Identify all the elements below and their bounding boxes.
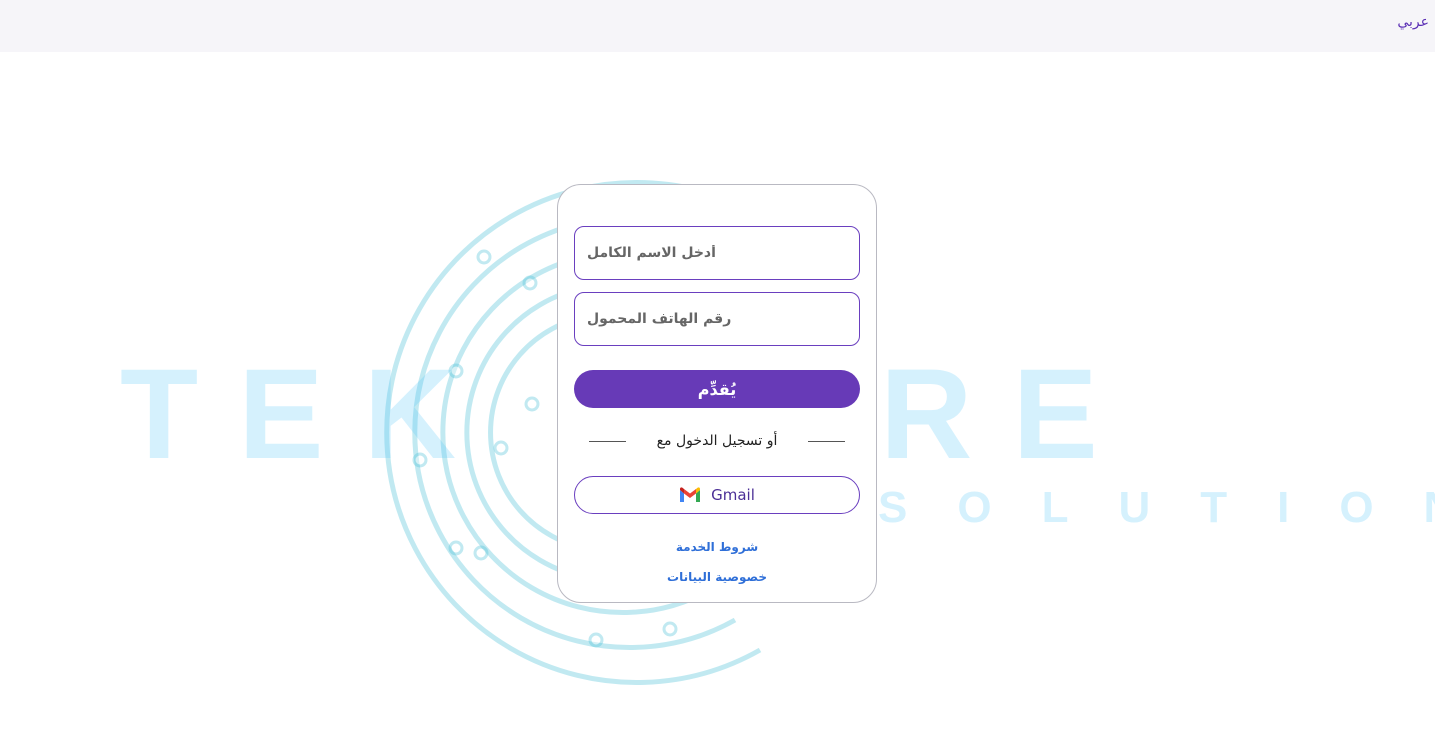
submit-button[interactable]: يُقدِّم	[574, 370, 860, 408]
top-bar: عربي	[0, 0, 1435, 52]
full-name-input[interactable]	[574, 226, 860, 280]
divider-line-right	[808, 441, 845, 442]
phone-number-input[interactable]	[574, 292, 860, 346]
logo-text-main: TEK	[120, 343, 496, 486]
gmail-label: Gmail	[711, 486, 755, 504]
logo-text-sub: SOLUTIONS	[878, 483, 1435, 532]
terms-of-service-link[interactable]: شروط الخدمة	[558, 540, 876, 554]
logo-text-main-2: RE	[880, 343, 1138, 486]
login-card: يُقدِّم أو تسجيل الدخول مع Gmail شروط ال…	[557, 184, 877, 603]
language-link[interactable]: عربي	[1397, 14, 1429, 30]
gmail-icon	[680, 487, 701, 502]
gmail-login-button[interactable]: Gmail	[574, 476, 860, 514]
data-privacy-link[interactable]: خصوصية البيانات	[558, 570, 876, 584]
or-divider: أو تسجيل الدخول مع	[574, 431, 860, 453]
